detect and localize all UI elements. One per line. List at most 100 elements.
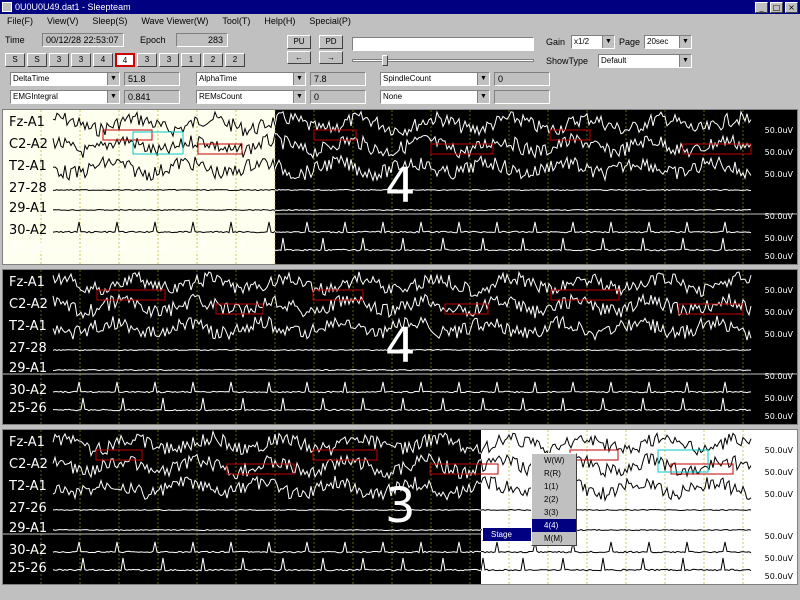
show-type-value: Default — [601, 56, 627, 65]
param-select-spindle[interactable]: SpindleCount ▼ — [380, 72, 490, 86]
maximize-button[interactable]: □ — [770, 1, 783, 13]
stage-option[interactable]: W(W) — [532, 454, 576, 467]
stage-option[interactable]: M(M) — [532, 532, 576, 545]
scale-label: 50.0uV — [764, 148, 793, 157]
channel-label: Fz-A1 — [9, 115, 45, 130]
param-select-emg[interactable]: EMGIntegral ▼ — [10, 90, 120, 104]
channel-label: 25-26 — [9, 561, 47, 576]
channel-label: 29-A1 — [9, 521, 48, 536]
status-bar — [0, 588, 800, 600]
chevron-down-icon[interactable]: ▼ — [293, 73, 305, 85]
stage-button[interactable]: 3 — [159, 53, 179, 67]
menu-tool[interactable]: Tool(T) — [215, 16, 257, 26]
param-value: 0 — [494, 72, 550, 86]
stage-option[interactable]: R(R) — [532, 467, 576, 480]
stage-button[interactable]: 3 — [49, 53, 69, 67]
chevron-down-icon[interactable]: ▼ — [477, 91, 489, 103]
gain-label: Gain — [546, 37, 566, 47]
param-select-none[interactable]: None ▼ — [380, 90, 490, 104]
next-epoch-button[interactable]: → — [319, 51, 343, 64]
param-value: 7.8 — [310, 72, 366, 86]
chevron-down-icon[interactable]: ▼ — [293, 91, 305, 103]
channel-label: 30-A2 — [9, 223, 48, 238]
scale-label: 50.0uV — [764, 372, 793, 381]
scale-label: 50.0uV — [764, 572, 793, 581]
stage-button[interactable]: 2 — [203, 53, 223, 67]
menu-view[interactable]: View(V) — [40, 16, 85, 26]
stage-submenu: W(W) R(R) 1(1) 2(2) 3(3) 4(4) M(M) — [531, 453, 577, 546]
stage-button[interactable]: 4 — [115, 53, 135, 67]
channel-label: T2-A1 — [9, 319, 47, 334]
page-down-button[interactable]: PD — [319, 35, 343, 49]
prev-epoch-button[interactable]: ← — [287, 51, 311, 64]
gain-select[interactable]: x1/2 ▼ — [571, 35, 615, 49]
chevron-down-icon[interactable]: ▼ — [477, 73, 489, 85]
scale-label: 50.0uV — [764, 252, 793, 261]
minimize-button[interactable]: _ — [755, 1, 768, 13]
channel-label: Fz-A1 — [9, 275, 45, 290]
scale-label: 50.0uV — [764, 394, 793, 403]
param-select-alpha[interactable]: AlphaTime ▼ — [196, 72, 306, 86]
stage-button[interactable]: S — [27, 53, 47, 67]
stage-number: 4 — [385, 318, 416, 374]
channel-label: 25-26 — [9, 241, 47, 256]
scale-label: 50.0uV — [764, 212, 793, 221]
scale-label: 50.0uV — [764, 170, 793, 179]
menu-wave-viewer[interactable]: Wave Viewer(W) — [134, 16, 215, 26]
scale-label: 50.0uV — [764, 126, 793, 135]
stage-option[interactable]: 1(1) — [532, 480, 576, 493]
channel-label: C2-A2 — [9, 137, 48, 152]
chevron-down-icon[interactable]: ▼ — [107, 73, 119, 85]
stage-option[interactable]: 2(2) — [532, 493, 576, 506]
stage-option[interactable]: 4(4) — [532, 519, 576, 532]
param-select-delta[interactable]: DeltaTime ▼ — [10, 72, 120, 86]
chevron-down-icon[interactable]: ▼ — [679, 55, 691, 67]
scale-label: 50.0uV — [764, 234, 793, 243]
stage-option[interactable]: 3(3) — [532, 506, 576, 519]
scale-label: 50.0uV — [764, 554, 793, 563]
gain-value: x1/2 — [574, 37, 590, 46]
show-type-label: ShowType — [546, 56, 589, 66]
stage-number: 4 — [385, 158, 416, 214]
stage-button[interactable]: 4 — [93, 53, 113, 67]
stage-menu-item[interactable]: Stage — [483, 528, 531, 541]
param-name: EMGIntegral — [13, 92, 58, 101]
stage-button[interactable]: 3 — [71, 53, 91, 67]
channel-label: T2-A1 — [9, 159, 47, 174]
menu-sleep[interactable]: Sleep(S) — [85, 16, 134, 26]
chevron-down-icon[interactable]: ▼ — [602, 36, 614, 48]
menu-special[interactable]: Special(P) — [302, 16, 358, 26]
close-button[interactable]: × — [785, 1, 798, 13]
detection-box — [312, 449, 378, 461]
channel-label: 29-A1 — [9, 361, 48, 376]
eeg-panel-2[interactable]: Fz-A1 C2-A2 T2-A1 27-28 29-A1 30-A2 25-26 50.0u… — [2, 269, 798, 425]
page-up-button[interactable]: PU — [287, 35, 311, 49]
show-type-select[interactable]: Default ▼ — [598, 54, 692, 68]
context-menu-stage[interactable]: Stage — [482, 527, 532, 541]
chevron-down-icon[interactable]: ▼ — [107, 91, 119, 103]
stage-button[interactable]: 2 — [225, 53, 245, 67]
stage-button[interactable]: S — [5, 53, 25, 67]
param-value: 0 — [310, 90, 366, 104]
channel-label: T2-A1 — [9, 479, 47, 494]
slider-thumb[interactable] — [382, 55, 388, 66]
eeg-panel-3[interactable]: Fz-A1 C2-A2 T2-A1 27-26 29-A1 30-A2 25-26 50.0u… — [2, 429, 798, 585]
menu-bar: File(F) View(V) Sleep(S) Wave Viewer(W) … — [0, 14, 800, 28]
stage-button[interactable]: 3 — [137, 53, 157, 67]
param-name: AlphaTime — [199, 74, 237, 83]
channel-label: 25-26 — [9, 401, 47, 416]
channel-label: 30-A2 — [9, 383, 48, 398]
menu-help[interactable]: Help(H) — [257, 16, 302, 26]
slider-track[interactable] — [352, 59, 534, 62]
menu-file[interactable]: File(F) — [0, 16, 40, 26]
page-select[interactable]: 20sec ▼ — [644, 35, 692, 49]
param-select-rems[interactable]: REMsCount ▼ — [196, 90, 306, 104]
channel-label: Fz-A1 — [9, 435, 45, 450]
scale-label: 50.0uV — [764, 490, 793, 499]
stage-button[interactable]: 1 — [181, 53, 201, 67]
eeg-panel-1[interactable]: Fz-A1 C2-A2 T2-A1 27-28 29-A1 30-A2 25-26 50.0u… — [2, 109, 798, 265]
epoch-value: 283 — [176, 33, 228, 47]
scale-label: 50.0uV — [764, 330, 793, 339]
chevron-down-icon[interactable]: ▼ — [679, 36, 691, 48]
scale-label: 50.0uV — [764, 286, 793, 295]
